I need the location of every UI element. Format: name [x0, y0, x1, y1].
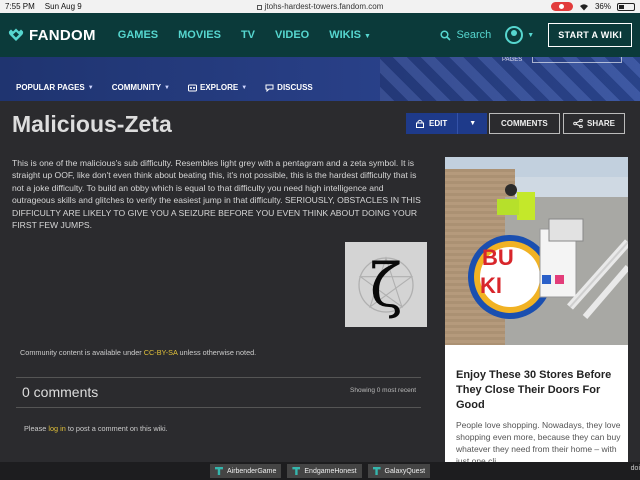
nav-explore-label: EXPLORE [199, 83, 239, 92]
global-nav-links: GAMES MOVIES TV VIDEO WIKIS ▼ [118, 29, 371, 41]
status-bar: 7:55 PM Sun Aug 9 jtohs-hardest-towers.f… [0, 0, 640, 13]
nav-explore[interactable]: EXPLORE ▼ [187, 83, 248, 92]
share-label: SHARE [587, 119, 616, 128]
share-button[interactable]: SHARE [563, 113, 626, 134]
address-bar[interactable]: jtohs-hardest-towers.fandom.com [0, 2, 640, 11]
nav-video[interactable]: VIDEO [275, 29, 309, 41]
fandom-t-icon [292, 467, 301, 475]
nav-discuss[interactable]: DISCUSS [265, 83, 313, 92]
edit-button-group: EDIT ▼ [406, 113, 488, 134]
nav-community[interactable]: COMMUNITY ▼ [112, 83, 170, 92]
ad-title[interactable]: Enjoy These 30 Stores Before They Close … [456, 368, 622, 413]
chevron-down-icon: ▼ [87, 84, 94, 91]
global-nav: FANDOM GAMES MOVIES TV VIDEO WIKIS ▼ Sear… [0, 13, 640, 57]
license-notice: Community content is available under CC-… [20, 348, 256, 357]
lock-icon [416, 119, 424, 128]
nav-movies[interactable]: MOVIES [178, 29, 221, 41]
nav-community-label: COMMUNITY [111, 83, 162, 92]
pentagram-zeta-image: ζ [358, 251, 414, 321]
license-text-before: Community content is available under [20, 348, 144, 357]
divider [16, 407, 421, 408]
bottom-trending-bar: AirbenderGame EndgameHonest GalaxyQuest [0, 462, 640, 480]
search-button[interactable]: Search [440, 29, 491, 41]
login-text-before: Please [24, 424, 49, 433]
chevron-down-icon: ▼ [364, 33, 371, 40]
address-url: jtohs-hardest-towers.fandom.com [264, 2, 384, 11]
share-icon [573, 119, 583, 128]
ad-sign-top: BU [482, 245, 514, 270]
wiki-header-banner: PAGES POPULAR PAGES ▼ COMMUNITY ▼ EXPLORE ▼… [0, 57, 640, 101]
user-menu[interactable]: ▼ [505, 26, 534, 44]
nav-popular-pages[interactable]: POPULAR PAGES ▼ [16, 83, 94, 92]
discuss-icon [265, 84, 274, 92]
fandom-t-icon [372, 467, 381, 475]
login-prompt: Please log in to post a comment on this … [24, 424, 168, 433]
nav-tv[interactable]: TV [241, 29, 255, 41]
wiki-local-nav: POPULAR PAGES ▼ COMMUNITY ▼ EXPLORE ▼ DISCU… [16, 83, 313, 92]
fandom-wordmark: FANDOM [29, 26, 96, 44]
difficulty-image[interactable]: ζ [345, 242, 427, 327]
chevron-down-icon: ▼ [241, 84, 248, 91]
login-text-after: to post a comment on this wiki. [65, 424, 168, 433]
edit-button[interactable]: EDIT [406, 113, 458, 134]
comments-button[interactable]: COMMENTS [489, 113, 560, 134]
search-icon [440, 29, 452, 41]
wifi-icon [579, 3, 588, 10]
nav-wikis: WIKIS [329, 29, 362, 41]
bottom-tab-label: EndgameHonest [304, 467, 357, 475]
nav-wikis-group[interactable]: WIKIS ▼ [329, 29, 371, 41]
edit-dropdown-button[interactable]: ▼ [457, 113, 488, 134]
nav-popular-pages-label: POPULAR PAGES [16, 83, 85, 92]
banner-box [532, 57, 622, 63]
ad-image: BU KI [445, 157, 628, 345]
bottom-tab-airbendergame[interactable]: AirbenderGame [209, 464, 282, 478]
chevron-down-icon: ▼ [469, 120, 477, 127]
license-link[interactable]: CC-BY-SA [144, 348, 178, 357]
search-label: Search [456, 29, 492, 41]
login-link[interactable]: log in [48, 424, 65, 433]
lock-icon [256, 5, 262, 10]
chevron-down-icon: ▼ [164, 84, 170, 91]
license-text-after: unless otherwise noted. [177, 348, 257, 357]
bottom-tab-label: GalaxyQuest [384, 467, 426, 475]
user-avatar-icon [505, 26, 524, 44]
fandom-heart-icon [8, 28, 24, 41]
explore-icon [187, 84, 197, 91]
screen-record-icon [550, 2, 573, 11]
page-title: Malicious-Zeta [12, 111, 172, 137]
nav-games[interactable]: GAMES [118, 29, 158, 41]
ad-card[interactable]: BU KI Enjoy These 30 Stores Before They … [445, 157, 628, 465]
bottom-tab-galaxyquest[interactable]: GalaxyQuest [367, 464, 431, 478]
banner-decoration [380, 57, 640, 101]
nav-discuss-label: DISCUSS [277, 83, 313, 92]
fandom-logo[interactable]: FANDOM [8, 27, 96, 44]
divider [16, 377, 421, 378]
edit-label: EDIT [429, 119, 448, 128]
article-body: This is one of the malicious's sub diffi… [12, 158, 421, 231]
ad-sign-bottom: KI [480, 273, 502, 298]
zeta-glyph: ζ [370, 251, 403, 321]
comments-heading: 0 comments [22, 384, 99, 400]
bottom-tab-label: AirbenderGame [226, 467, 277, 475]
bottom-tab-endgamehonest[interactable]: EndgameHonest [287, 464, 362, 478]
chevron-down-icon: ▼ [527, 31, 535, 39]
battery-icon [617, 2, 635, 11]
fandom-t-icon [214, 467, 223, 475]
start-a-wiki-button[interactable]: START A WIKI [548, 23, 632, 47]
bottom-edge-text: doi [630, 465, 640, 472]
battery-percent: 36% [594, 2, 611, 11]
pages-count-label: PAGES [502, 57, 523, 63]
page-header: Malicious-Zeta EDIT ▼ COMMENTS SHARE [0, 101, 640, 145]
comments-sort-label[interactable]: Showing 0 most recent [350, 387, 416, 394]
ad-text: People love shopping. Nowadays, they lov… [456, 420, 621, 465]
